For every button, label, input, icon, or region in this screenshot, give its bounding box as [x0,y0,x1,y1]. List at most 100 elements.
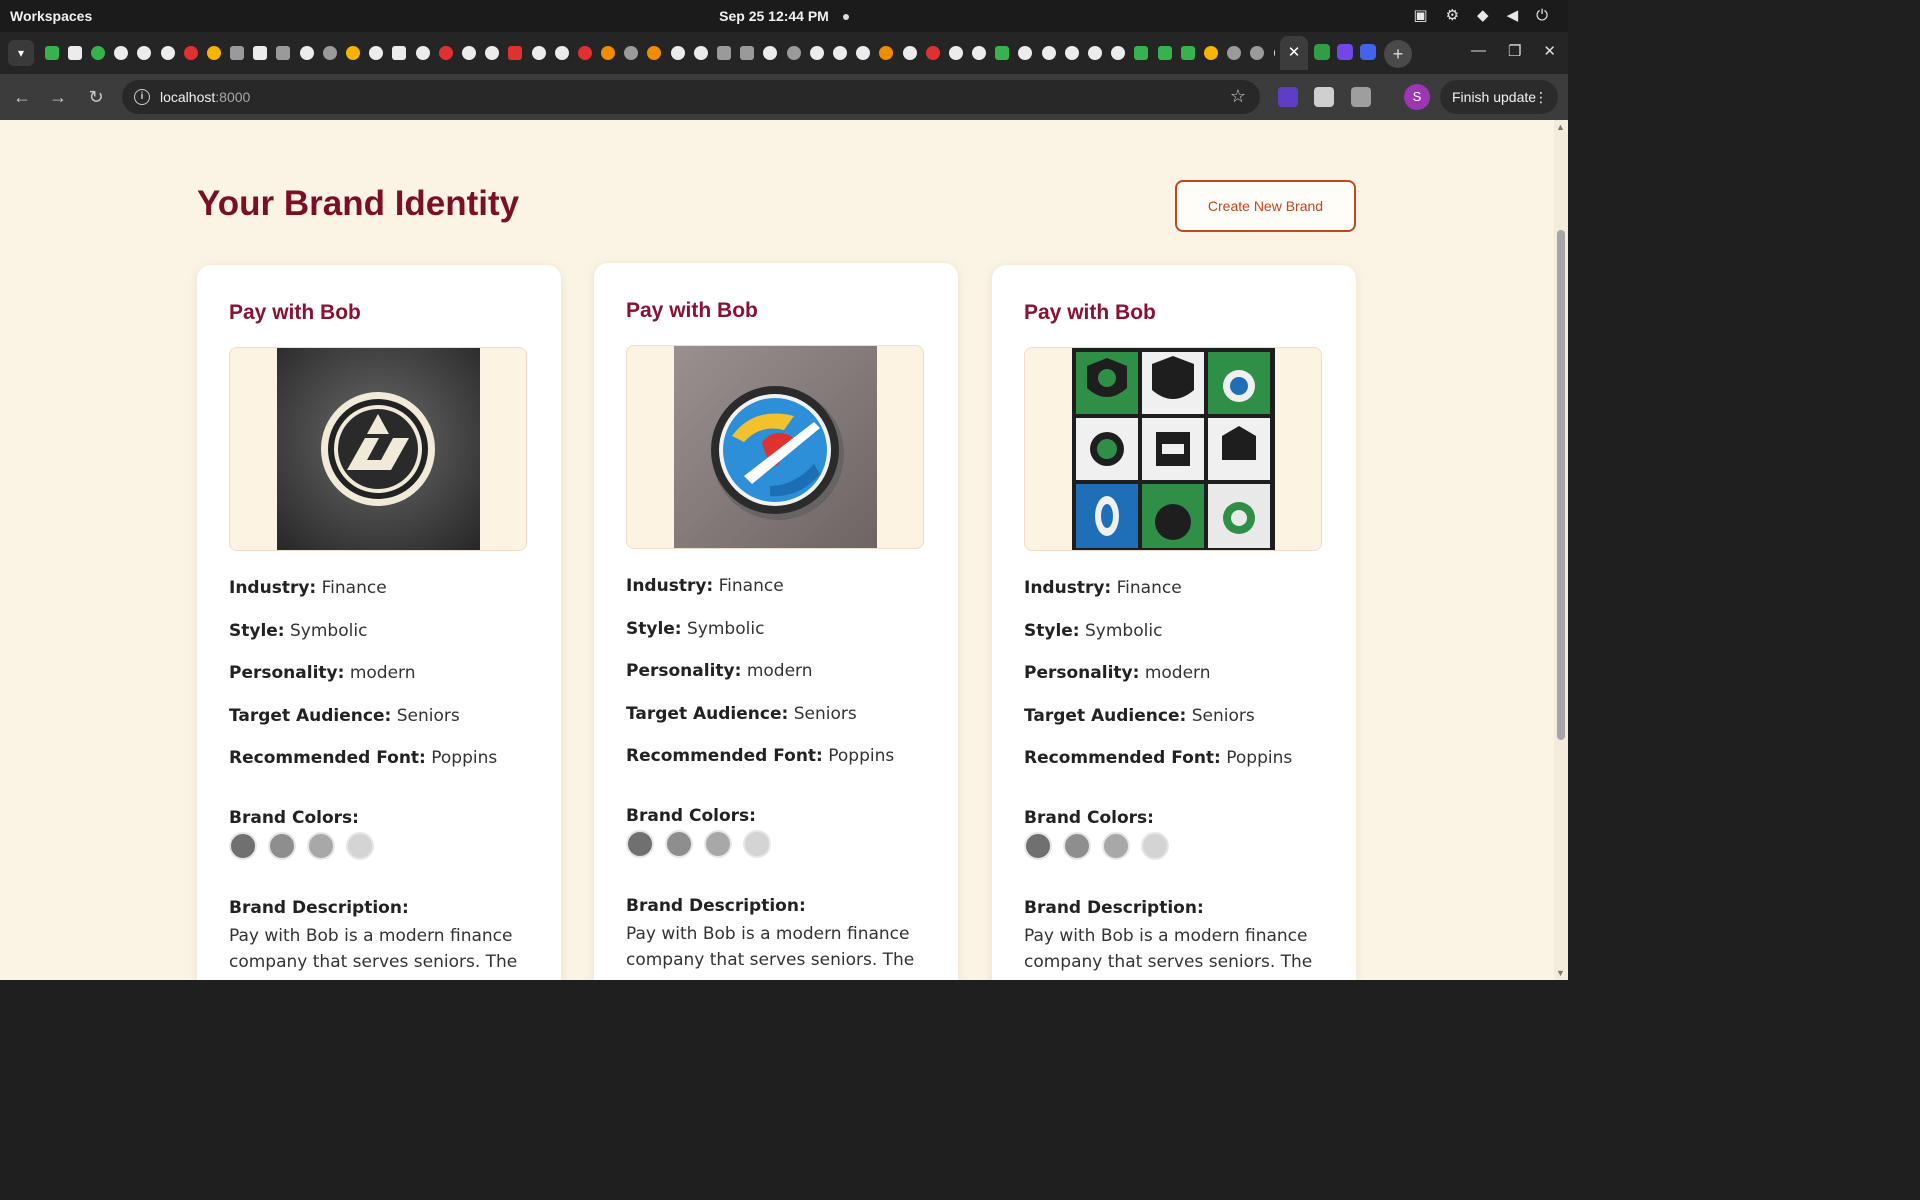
kebab-menu-icon[interactable]: ⋮ [1534,80,1548,114]
tab-favicon[interactable] [763,46,778,60]
tab-favicon[interactable] [925,46,940,60]
settings-gear-icon[interactable]: ⚙ [1446,6,1459,24]
reload-icon[interactable]: ↻ [84,85,108,109]
page-document-icon[interactable] [1314,87,1334,107]
new-tab-plus-icon[interactable]: + [1384,40,1412,68]
tab-favicon[interactable] [832,46,847,60]
tab-favicon[interactable] [1157,46,1172,60]
tab-favicon[interactable] [485,46,500,60]
audience-value: Seniors [793,704,857,724]
tab-favicon[interactable] [44,46,59,60]
tab-favicon[interactable] [183,46,198,60]
tab-favicon[interactable] [1203,46,1218,60]
font-value: Poppins [1226,748,1293,768]
tab-favicon[interactable] [717,46,732,60]
tab-favicon[interactable] [577,46,592,60]
tab-favicon[interactable] [137,46,152,60]
style-label: Style: [229,621,285,641]
tab-favicon[interactable] [902,46,917,60]
tab-favicon[interactable] [1134,46,1149,60]
tab-favicon[interactable] [972,46,987,60]
address-bar[interactable]: i localhost:8000 ☆ [122,80,1260,114]
tab-favicon[interactable] [601,46,616,60]
tab-favicon[interactable] [624,46,639,60]
scroll-down-icon[interactable]: ▼ [1556,968,1565,978]
tab-favicon[interactable] [438,46,453,60]
page-scrollbar[interactable]: ▲ ▼ [1554,120,1568,980]
tab-favicon[interactable] [1064,46,1079,60]
audience-field: Target Audience: Seniors [626,704,857,724]
tab-favicon[interactable] [346,46,361,60]
wifi-icon[interactable]: ◆ [1477,6,1489,24]
tab-favicon[interactable] [415,46,430,60]
tab-favicon[interactable] [1088,46,1103,60]
tab-favicon[interactable] [1227,46,1242,60]
brand-name: Pay with Bob [626,299,758,322]
volume-icon[interactable]: ◀ [1507,6,1519,24]
tab-favicon[interactable] [1250,46,1265,60]
scrollbar-thumb[interactable] [1557,230,1565,740]
tab-favicon[interactable] [253,46,268,60]
tab-favicon[interactable] [276,46,291,60]
color-swatch [1141,832,1169,860]
forward-arrow-icon[interactable]: → [46,85,70,109]
brand-description-text: Pay with Bob is a modern finance company… [229,926,518,972]
back-arrow-icon[interactable]: ← [10,85,34,109]
tab-favicon[interactable] [1180,46,1195,60]
tab-favicon[interactable] [392,46,407,60]
tab-favicon[interactable] [206,46,221,60]
finish-update-button[interactable]: Finish update ⋮ [1440,80,1558,114]
create-new-brand-button[interactable]: Create New Brand [1175,180,1356,232]
tab-favicon[interactable] [693,46,708,60]
tab-favicon[interactable] [879,46,894,60]
tab-favicon[interactable] [786,46,801,60]
clock[interactable]: Sep 25 12:44 PM [0,8,1568,24]
tab-favicon[interactable] [322,46,337,60]
tab-favicon[interactable] [809,46,824,60]
extensions-puzzle-icon[interactable] [1351,87,1371,107]
screen-share-icon[interactable]: ▣ [1413,6,1427,24]
tab-favicon[interactable] [67,46,82,60]
scroll-up-icon[interactable]: ▲ [1556,122,1565,132]
tab-favicon[interactable] [160,46,175,60]
tab-search-chevron-icon[interactable]: ▾ [8,40,34,66]
profile-avatar[interactable]: S [1404,84,1430,110]
tab-favicon[interactable] [114,46,129,60]
os-top-bar: Workspaces Sep 25 12:44 PM ▣ ⚙ ◆ ◀ ⏻ [0,0,1568,32]
tab-favicon[interactable] [948,46,963,60]
tab-favicon[interactable] [369,46,384,60]
tab-favicon[interactable] [1111,46,1126,60]
tab-favicon[interactable] [995,46,1010,60]
tab-favicon[interactable] [554,46,569,60]
tab-favicon[interactable] [1337,44,1353,60]
close-window-icon[interactable]: ✕ [1543,42,1556,60]
font-value: Poppins [828,746,895,766]
tab-favicon[interactable] [230,46,245,60]
tab-favicon[interactable] [90,46,105,60]
tab-favicon[interactable] [647,46,662,60]
maximize-icon[interactable]: ❐ [1508,42,1521,60]
tab-favicon[interactable] [670,46,685,60]
tab-favicon[interactable] [299,46,314,60]
url-text[interactable]: localhost:8000 [160,89,250,105]
tab-favicon[interactable] [531,46,546,60]
tab-favicon[interactable] [1041,46,1056,60]
tab-favicon[interactable] [461,46,476,60]
extension-icon[interactable] [1278,87,1298,107]
minimize-icon[interactable]: — [1471,42,1486,60]
tab-favicon[interactable] [1018,46,1033,60]
tab-favicon[interactable] [1360,44,1376,60]
color-swatch [1024,832,1052,860]
active-tab-close-icon[interactable]: ✕ [1280,36,1308,70]
tab-favicon[interactable] [1314,44,1330,60]
tab-favicon[interactable] [740,46,755,60]
power-icon[interactable]: ⏻ [1536,7,1548,24]
tab-favicon[interactable] [856,46,871,60]
site-info-icon[interactable]: i [134,89,150,105]
bookmark-star-icon[interactable]: ☆ [1230,86,1246,107]
color-swatch [229,832,257,860]
tab-favicon[interactable] [1273,46,1275,60]
industry-field: Industry: Finance [1024,578,1182,598]
tab-favicon[interactable] [508,46,523,60]
style-value: Symbolic [687,619,765,639]
